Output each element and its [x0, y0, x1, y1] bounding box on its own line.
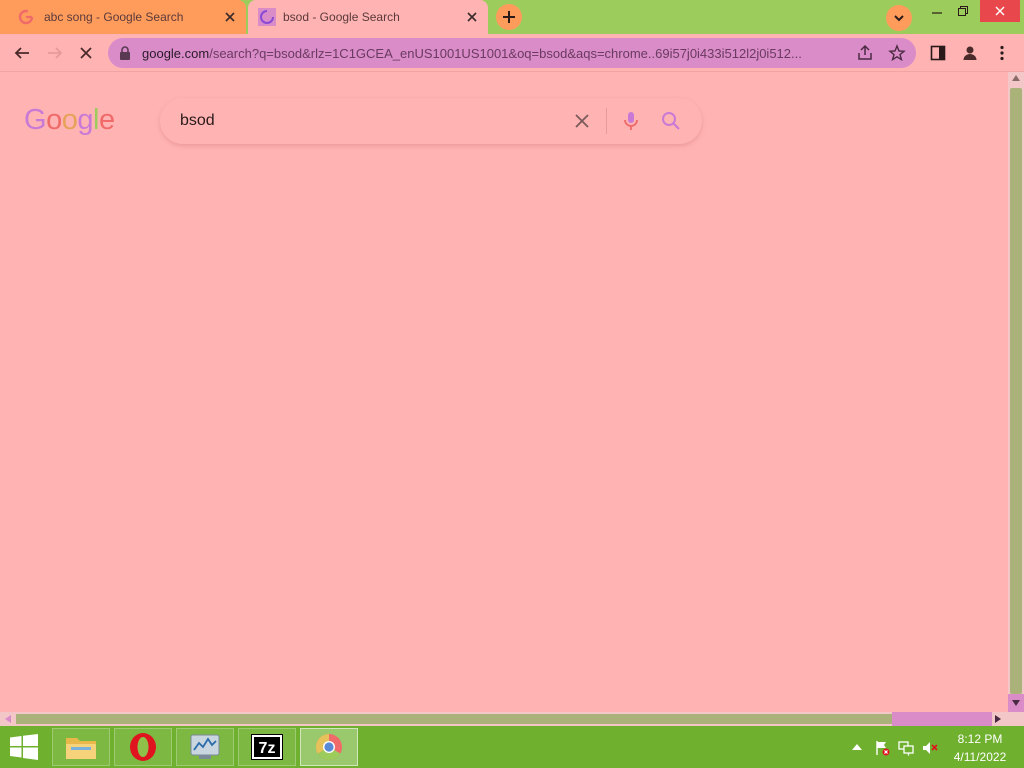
forward-button[interactable]: [43, 41, 67, 65]
clock-date[interactable]: 4/11/2022: [948, 750, 1012, 764]
scroll-right-arrow-icon[interactable]: [994, 715, 1002, 723]
scroll-up-arrow-icon[interactable]: [1012, 74, 1020, 82]
horizontal-scrollbar[interactable]: [0, 712, 1008, 726]
volume-muted-icon[interactable]: [922, 740, 938, 756]
close-icon[interactable]: [222, 9, 238, 25]
close-icon: [995, 6, 1005, 16]
browser-menu-button[interactable]: [990, 41, 1014, 65]
plus-icon: [503, 11, 515, 23]
windows-taskbar: 7z 8:12 PM 4/11/2022: [0, 726, 1024, 768]
close-window-button[interactable]: [980, 0, 1020, 22]
taskbar-7-zip[interactable]: 7z: [238, 728, 296, 766]
search-box: [160, 98, 702, 144]
url-domain: google.com: [142, 46, 210, 61]
tab-search-button[interactable]: [886, 5, 912, 31]
action-center-flag-icon[interactable]: [874, 740, 890, 756]
address-bar[interactable]: google.com/search?q=bsod&rlz=1C1GCEA_enU…: [108, 38, 916, 68]
google-logo[interactable]: Google: [24, 104, 115, 137]
back-arrow-icon: [14, 47, 29, 59]
share-icon[interactable]: [856, 44, 874, 62]
tab-abc-song[interactable]: abc song - Google Search: [0, 0, 246, 34]
logo-letter: e: [98, 104, 115, 136]
scrollbar-corner: [1008, 712, 1024, 726]
close-icon[interactable]: [464, 9, 480, 25]
side-panel-icon: [930, 45, 946, 61]
url-text[interactable]: google.com/search?q=bsod&rlz=1C1GCEA_enU…: [142, 46, 858, 61]
lock-icon[interactable]: [118, 45, 132, 61]
side-panel-button[interactable]: [926, 41, 950, 65]
forward-arrow-icon: [48, 47, 63, 59]
taskbar-performance-monitor[interactable]: [176, 728, 234, 766]
vertical-scrollbar[interactable]: [1008, 72, 1024, 712]
microphone-icon[interactable]: [620, 110, 642, 132]
search-input[interactable]: [180, 108, 560, 134]
url-path: /search?q=bsod&rlz=1C1GCEA_enUS1001US100…: [209, 46, 802, 61]
star-icon[interactable]: [888, 44, 906, 62]
network-icon[interactable]: [898, 740, 914, 756]
stop-loading-button[interactable]: [74, 41, 98, 65]
start-button[interactable]: [0, 726, 48, 768]
browser-toolbar: google.com/search?q=bsod&rlz=1C1GCEA_enU…: [0, 34, 1024, 72]
taskbar-opera[interactable]: [114, 728, 172, 766]
google-favicon-icon: [18, 9, 34, 25]
7zip-label: 7z: [259, 740, 276, 757]
restore-button[interactable]: [948, 0, 978, 22]
folder-icon: [66, 738, 96, 759]
logo-letter: o: [46, 104, 62, 136]
logo-letter: o: [61, 104, 78, 136]
restore-icon: [958, 6, 968, 16]
minimize-icon: [932, 12, 942, 14]
clock-time[interactable]: 8:12 PM: [948, 732, 1012, 746]
horizontal-scroll-thumb[interactable]: [16, 714, 892, 724]
kebab-menu-icon: [1000, 45, 1004, 61]
profile-icon: [963, 46, 977, 60]
scroll-down-arrow-icon: [1012, 700, 1020, 706]
show-hidden-icons-icon[interactable]: [852, 743, 862, 751]
vertical-scroll-thumb[interactable]: [1010, 88, 1022, 694]
logo-letter: G: [24, 104, 47, 136]
7zip-icon: 7z: [251, 734, 283, 760]
windows-logo-icon: [10, 734, 38, 760]
profile-button[interactable]: [958, 41, 982, 65]
back-button[interactable]: [10, 41, 34, 65]
search-divider: [606, 108, 607, 134]
tab-strip: abc song - Google Search bsod - Google S…: [0, 0, 1024, 34]
scroll-left-arrow-icon[interactable]: [4, 715, 12, 723]
chevron-down-icon: [894, 15, 904, 22]
taskbar-file-explorer[interactable]: [52, 728, 110, 766]
tab-title: abc song - Google Search: [44, 10, 184, 24]
stop-icon: [80, 47, 92, 59]
logo-letter: g: [77, 104, 93, 136]
tab-bsod[interactable]: bsod - Google Search: [248, 0, 488, 34]
search-icon[interactable]: [660, 110, 682, 132]
page-content: Google: [0, 72, 1008, 712]
clear-search-icon[interactable]: [572, 111, 592, 131]
loading-spinner-icon: [258, 8, 276, 26]
horizontal-scroll-track[interactable]: [892, 712, 992, 726]
chrome-icon: [315, 733, 342, 761]
opera-icon: [130, 733, 156, 761]
taskbar-chrome[interactable]: [300, 728, 358, 766]
tab-title: bsod - Google Search: [283, 10, 400, 24]
new-tab-button[interactable]: [496, 4, 522, 30]
scroll-down-button[interactable]: [1008, 694, 1024, 712]
performance-monitor-icon: [190, 734, 220, 759]
